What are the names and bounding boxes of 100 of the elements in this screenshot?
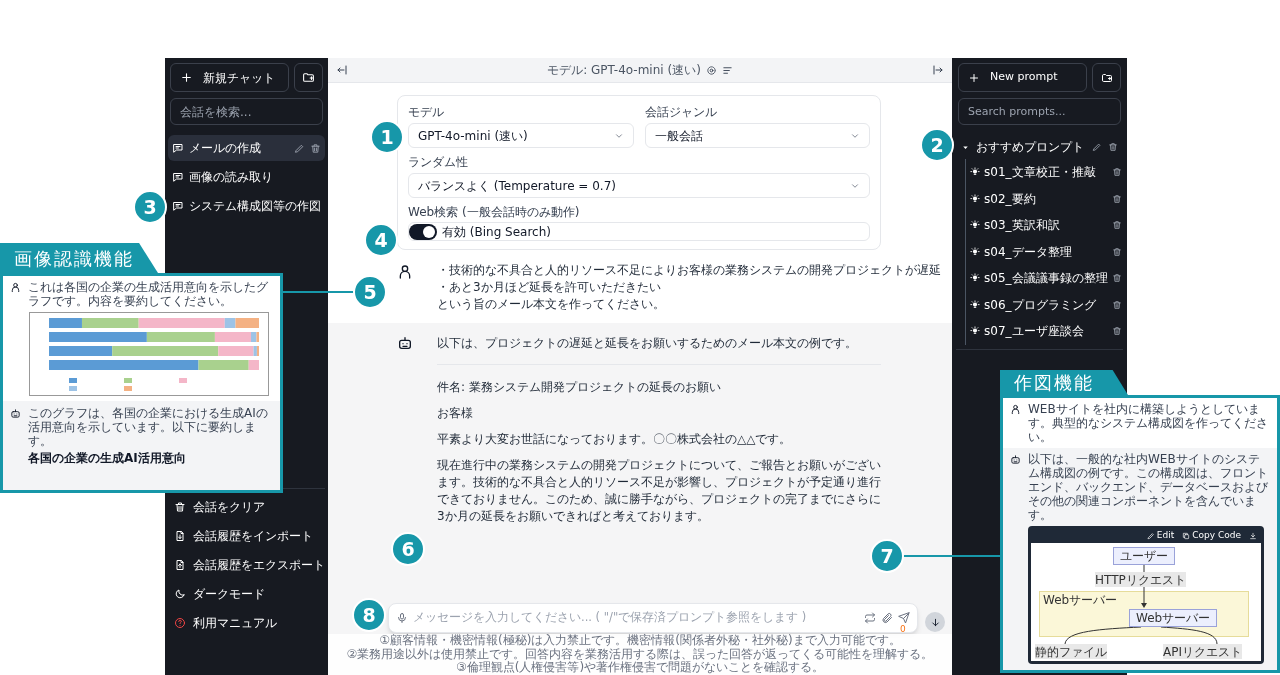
plus-icon [968, 71, 980, 84]
arrow [1140, 587, 1148, 609]
message-input[interactable]: メッセージを入力してください... ( "/"で保存済プロンプト参照をします ) [413, 609, 859, 627]
sidebar-menu-item[interactable]: 会話履歴をインポート [168, 524, 325, 548]
connector-line [1143, 565, 1145, 572]
folder-plus-icon [1100, 71, 1113, 84]
sidebar-menu-item[interactable]: ダークモード [168, 582, 325, 606]
message-text: ・技術的な不具合と人的リソース不足によりお客様の業務システムの開発プロジェクトが遅延 [437, 262, 942, 279]
arrow-right-icon [932, 64, 944, 76]
field-label: モデル [408, 105, 445, 119]
callout-number: 3 [133, 190, 167, 224]
diagram-node: ユーザー [1113, 547, 1175, 565]
attach-button[interactable] [881, 612, 893, 624]
lightbulb-icon [970, 220, 980, 231]
prompt-item[interactable]: s03_英訳和訳 [970, 212, 1123, 239]
sidebar-menu-item[interactable]: 会話履歴をエクスポート [168, 553, 325, 577]
conversation-item[interactable]: システム構成図等の作図 [168, 193, 325, 219]
settings-button[interactable] [705, 64, 717, 76]
pencil-icon [1092, 142, 1102, 152]
genre-select[interactable]: 一般会話 [644, 123, 870, 148]
trash-icon [1112, 220, 1122, 231]
message-text: 現在進行中の業務システムの開発プロジェクトについて、ご報告とお願いがございます。技術的な不具合と人的リソース不足が影響し、プロジェクトが予定通り進行できておりません。このため、誠に勝手ながら、プロジェクトの完了までにさらに3か月の延長をお願いできればと考えております。 [437, 457, 881, 525]
legend-swatch [69, 378, 77, 383]
chat-icon [172, 142, 184, 154]
edge-label: 静的ファイル [1035, 644, 1107, 659]
message-text: 平素より大変お世話になっております。〇〇株式会社の△△です。 [437, 431, 793, 448]
lightbulb-icon [970, 193, 980, 204]
prompt-folder[interactable]: おすすめプロンプト [956, 136, 1123, 158]
trash-icon [1112, 167, 1122, 178]
field-label: ランダム性 [408, 155, 469, 169]
summary-heading: 各国の企業の生成AI活用意向 [28, 451, 187, 465]
collapse-sidebar-button[interactable] [336, 64, 348, 76]
robot-icon [1010, 454, 1021, 465]
trash-icon [1112, 246, 1122, 257]
prompt-item[interactable]: s04_データ整理 [970, 238, 1123, 265]
edge-label: HTTPリクエスト [1095, 572, 1186, 587]
message-text: ・あと3か月ほど延長を許可いただきたい [437, 279, 662, 296]
conversation-item[interactable]: 画像の読み取り [168, 164, 325, 190]
lightbulb-icon [970, 273, 980, 284]
code-toolbar-button[interactable]: Edit [1146, 529, 1175, 543]
trash-icon [310, 142, 321, 154]
sidebar-menu-item[interactable]: 利用マニュアル [168, 611, 325, 635]
prompt-item[interactable]: s07_ユーザ座談会 [970, 318, 1123, 345]
list-button[interactable] [721, 64, 733, 76]
legend-swatch [124, 378, 132, 383]
feature-label: 画像認識機能 [0, 243, 158, 273]
send-button[interactable] [898, 612, 910, 624]
code-toolbar-button[interactable]: Copy Code [1182, 529, 1241, 543]
randomness-select[interactable]: バランスよく (Temperature = 0.7) [408, 173, 870, 198]
new-prompt-button[interactable]: New prompt [958, 63, 1087, 92]
legend-swatch [179, 378, 187, 383]
toggle-label: 有効 (Bing Search) [442, 223, 551, 241]
prompt-item[interactable]: s02_要約 [970, 185, 1123, 212]
toggle-switch[interactable] [409, 223, 437, 240]
collapse-prompts-button[interactable] [932, 64, 944, 76]
group-label: Webサーバー [1043, 593, 1118, 607]
search-field[interactable]: Search prompts... [958, 98, 1121, 125]
trash-icon [1112, 273, 1122, 284]
usage-note: ②業務用途以外は使用禁止です。回答内容を業務活用する際は、誤った回答が返ってくる可能性を理解する。 [346, 647, 934, 661]
new-folder-button[interactable] [1092, 63, 1121, 92]
new-chat-button[interactable]: 新規チャット [170, 63, 289, 92]
file-import-icon [174, 530, 186, 542]
message-text: 件名: 業務システム開発プロジェクトの延長のお願い [437, 379, 722, 396]
arrow-down-icon [929, 616, 941, 628]
microphone-button[interactable] [396, 612, 408, 624]
diagram-node: Webサーバー [1129, 609, 1218, 627]
prompt-item[interactable]: s06_プログラミング [970, 291, 1123, 318]
message-text: 以下は、一般的な社内WEBサイトのシステム構成図の例です。この構成図は、フロントエンド、バックエンド、データベースおよびその他の関連コンポーネントを含んでいます。 [1028, 452, 1269, 522]
field-label: Web検索 (一般会話時のみ動作) [408, 205, 581, 219]
trash-icon [1112, 299, 1122, 310]
pencil-icon [294, 142, 305, 154]
prompt-item[interactable]: s01_文章校正・推敲 [970, 159, 1123, 186]
lightbulb-icon [970, 167, 980, 178]
message-text: お客様 [437, 405, 474, 422]
copy-icon [1182, 532, 1191, 540]
sidebar-menu-item[interactable]: 会話をクリア [168, 495, 325, 519]
plus-icon [180, 71, 193, 84]
microphone-icon [396, 612, 408, 624]
file-export-icon [174, 559, 186, 571]
search-field[interactable]: 会話を検索... [170, 98, 323, 125]
field-label: 会話ジャンル [644, 105, 718, 119]
moon-icon [174, 588, 186, 600]
regenerate-button[interactable] [864, 612, 876, 624]
character-count: 0 [900, 624, 906, 634]
message-text: このグラフは、各国の企業における生成AIの活用意向を示しています。以下に要約します。 [28, 406, 269, 448]
download-icon [1249, 532, 1257, 540]
model-title: モデル: GPT-4o-mini (速い) [547, 62, 701, 79]
lightbulb-icon [970, 299, 980, 310]
download-button[interactable] [1249, 532, 1257, 540]
new-folder-button[interactable] [294, 63, 323, 92]
usage-note: ③倫理観点(人権侵害等)や著作権侵害で問題がないことを確認する。 [455, 661, 825, 675]
conversation-item[interactable]: メールの作成 [168, 135, 325, 161]
message-text: これは各国の企業の生成活用意向を示したグラフです。内容を要約してください。 [28, 280, 269, 308]
prompt-item[interactable]: s05_会議議事録の整理 [970, 265, 1123, 292]
help-icon [174, 617, 186, 629]
connector-line [1161, 627, 1221, 644]
model-select[interactable]: GPT-4o-mini (速い) [408, 123, 634, 148]
message-text: 以下は、プロジェクトの遅延と延長をお願いするためのメール本文の例です。 [437, 335, 858, 352]
chat-icon [172, 200, 184, 212]
edit-icon [1146, 532, 1155, 540]
